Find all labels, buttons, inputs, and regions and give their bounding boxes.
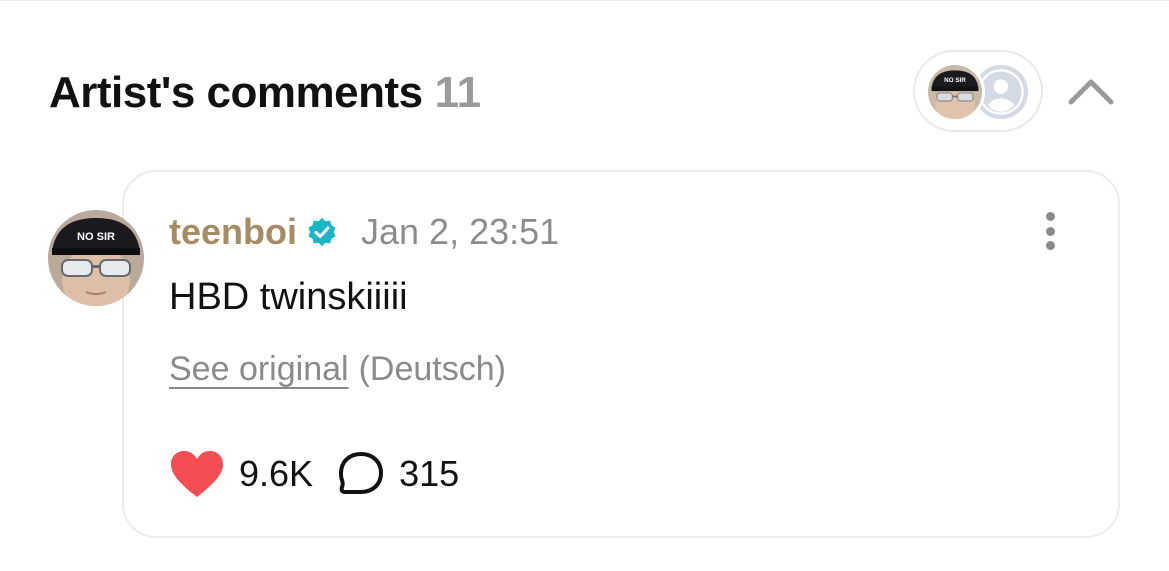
artist-avatar-icon: NO SIR <box>925 62 985 122</box>
kebab-dot <box>1045 212 1055 221</box>
comment-actions: 9.6K 315 <box>169 446 459 502</box>
reply-bubble-icon <box>339 452 384 494</box>
comment-body: HBD twinskiiiii <box>169 276 408 318</box>
comment-count: 11 <box>434 68 482 117</box>
top-divider <box>0 0 1169 1</box>
comment-meta: teenboi Jan 2, 23:51 <box>169 208 559 256</box>
collapse-button[interactable] <box>1066 70 1116 112</box>
section-header: Artist's comments 11 <box>49 66 481 120</box>
translation-row: See original (Deutsch) <box>169 350 506 389</box>
see-original-link[interactable]: See original <box>169 350 349 389</box>
artist-avatar-stack[interactable]: NO SIR <box>913 50 1043 132</box>
chevron-up-icon <box>1068 79 1114 105</box>
kebab-dot <box>1045 241 1055 250</box>
original-language-label: (Deutsch) <box>358 350 506 388</box>
section-title: Artist's comments <box>49 68 423 117</box>
artist-comments-panel: Artist's comments 11 NO SIR NO SIR teenb… <box>0 0 1169 571</box>
like-button[interactable]: 9.6K <box>169 449 313 499</box>
heart-icon <box>171 451 223 497</box>
more-options-button[interactable] <box>1028 208 1072 254</box>
author-avatar-icon: NO SIR <box>48 210 144 306</box>
cap-text: NO SIR <box>944 77 966 84</box>
username-link[interactable]: teenboi <box>169 211 297 253</box>
reply-count: 315 <box>399 453 460 494</box>
cap-text: NO SIR <box>77 231 115 243</box>
like-count: 9.6K <box>239 453 314 494</box>
comment-timestamp: Jan 2, 23:51 <box>361 211 560 252</box>
reply-button[interactable]: 315 <box>337 450 459 498</box>
author-avatar[interactable]: NO SIR <box>48 210 144 306</box>
kebab-dot <box>1045 226 1055 236</box>
verified-badge-icon <box>307 217 337 247</box>
